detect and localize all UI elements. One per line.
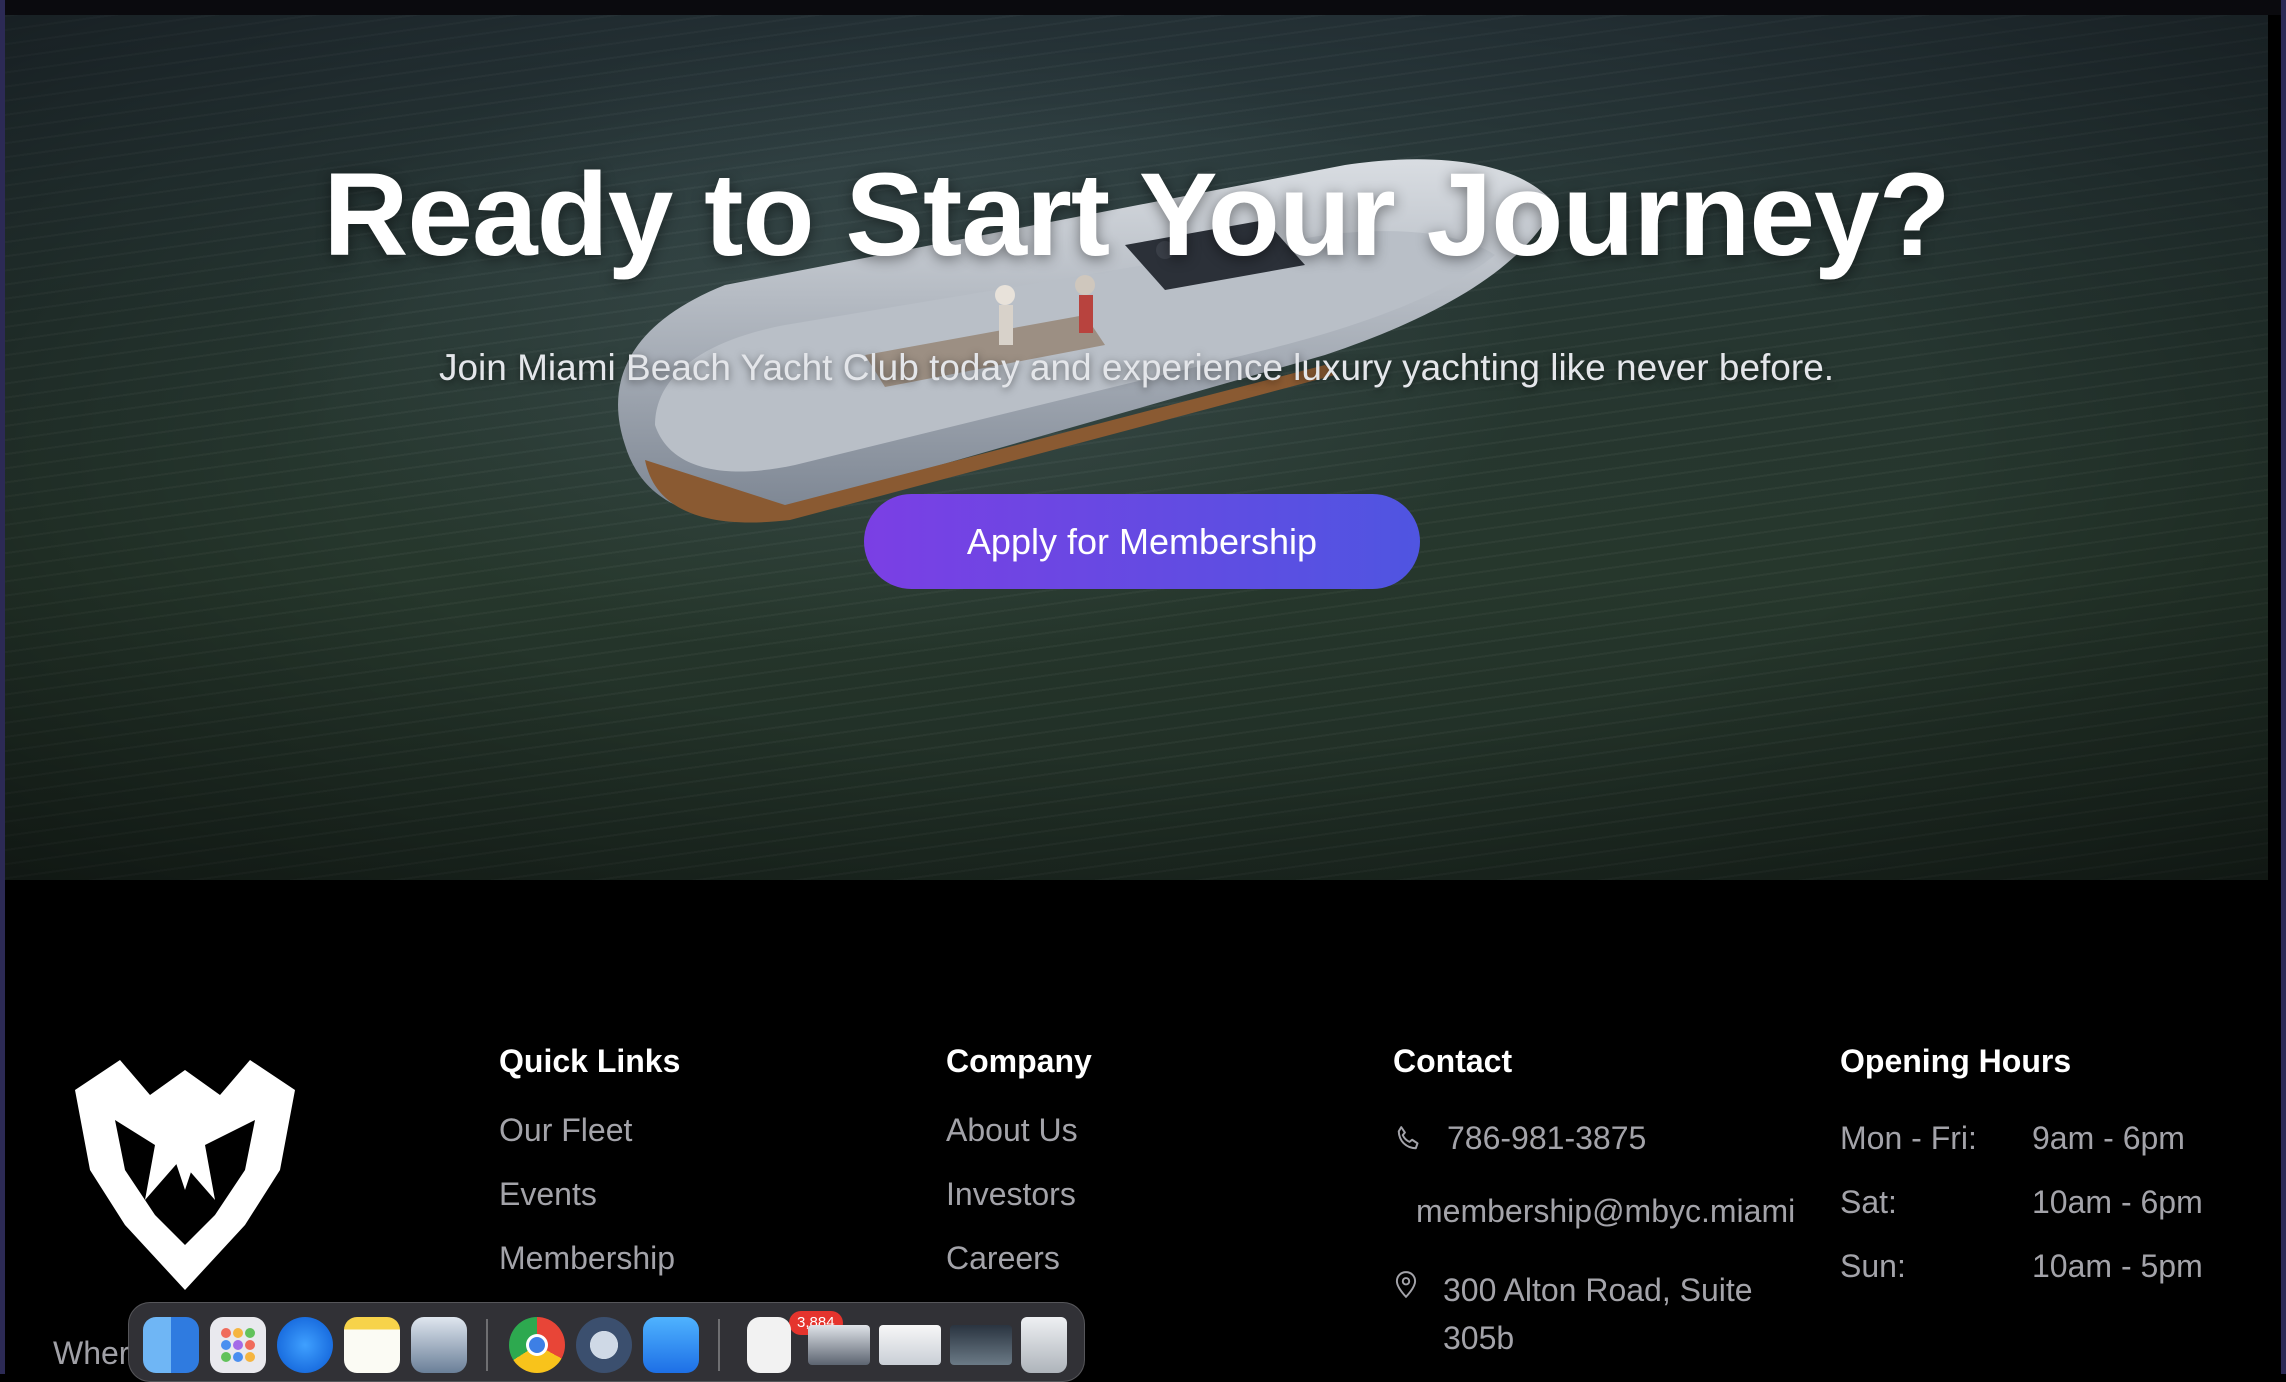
hours-day: Sun: <box>1840 1248 1906 1284</box>
apply-membership-button[interactable]: Apply for Membership <box>864 494 1420 589</box>
hours-time: 10am - 6pm <box>2032 1184 2203 1220</box>
contact-address-line1: 300 Alton Road, Suite <box>1443 1272 1753 1308</box>
location-pin-icon <box>1395 1271 1417 1299</box>
hours-time: 9am - 6pm <box>2032 1120 2185 1156</box>
chrome-center-icon <box>526 1334 548 1356</box>
preview-icon[interactable] <box>411 1317 467 1373</box>
contact-email[interactable]: membership@mbyc.miami <box>1416 1193 1795 1230</box>
hours-day: Sat: <box>1840 1184 1897 1220</box>
window-thumbnail-icon[interactable] <box>808 1325 870 1365</box>
quicktime-icon[interactable] <box>576 1317 632 1373</box>
chrome-icon[interactable] <box>509 1317 565 1373</box>
launchpad-grid-icon <box>221 1328 255 1362</box>
contact-heading: Contact <box>1393 1043 1513 1079</box>
contact-address-row: 300 Alton Road, Suite 305b <box>1393 1266 1753 1362</box>
contact-email-row[interactable]: membership@mbyc.miami <box>1416 1193 1795 1230</box>
footer-link-our-fleet[interactable]: Our Fleet <box>499 1098 680 1162</box>
notes-icon[interactable] <box>344 1317 400 1373</box>
contact-column: Contact <box>1393 1043 1512 1080</box>
document-icon[interactable] <box>747 1317 791 1373</box>
trash-icon[interactable] <box>1021 1317 1067 1373</box>
hours-time-weekdays: 9am - 6pm <box>2032 1120 2185 1157</box>
launchpad-icon[interactable] <box>210 1317 266 1373</box>
hero-title: Ready to Start Your Journey? <box>323 149 1951 281</box>
window-thumbnail-icon[interactable] <box>879 1325 941 1365</box>
window-thumbnail-icon[interactable] <box>950 1325 1012 1365</box>
hours-day: Mon - Fri: <box>1840 1120 1977 1156</box>
finder-icon[interactable] <box>143 1317 199 1373</box>
mbyc-logo-icon[interactable] <box>75 1050 295 1290</box>
quick-links-column: Quick Links Our Fleet Events Membership <box>499 1043 680 1290</box>
site-footer: Wher Quick Links Our Fleet Events Member… <box>5 880 2268 1374</box>
footer-link-careers[interactable]: Careers <box>946 1226 1092 1290</box>
hours-time: 10am - 5pm <box>2032 1248 2203 1284</box>
safari-icon[interactable] <box>277 1317 333 1373</box>
footer-link-about-us[interactable]: About Us <box>946 1098 1092 1162</box>
macos-dock: 3,884 <box>128 1302 1085 1382</box>
hero-subtitle: Join Miami Beach Yacht Club today and ex… <box>438 347 1835 388</box>
contact-phone-row[interactable]: 786-981-3875 <box>1393 1120 1646 1157</box>
opening-hours-column: Opening Hours <box>1840 1043 2071 1080</box>
dock-separator <box>486 1319 488 1371</box>
browser-top-edge <box>0 0 2286 15</box>
company-column: Company About Us Investors Careers <box>946 1043 1092 1290</box>
company-heading: Company <box>946 1043 1092 1079</box>
hours-row-sunday: Sun: <box>1840 1248 1906 1285</box>
hours-time-sunday: 10am - 5pm <box>2032 1248 2203 1285</box>
footer-link-investors[interactable]: Investors <box>946 1162 1092 1226</box>
contact-phone[interactable]: 786-981-3875 <box>1447 1120 1646 1157</box>
footer-link-membership[interactable]: Membership <box>499 1226 680 1290</box>
mail-icon[interactable] <box>643 1317 699 1373</box>
hero-vignette <box>5 15 2268 880</box>
hours-time-saturday: 10am - 6pm <box>2032 1184 2203 1221</box>
phone-icon <box>1397 1125 1419 1149</box>
footer-tagline: Wher <box>53 1335 130 1371</box>
hours-row-weekdays: Mon - Fri: <box>1840 1120 1977 1157</box>
opening-hours-heading: Opening Hours <box>1840 1043 2072 1079</box>
hours-row-saturday: Sat: <box>1840 1184 1897 1221</box>
dock-separator <box>718 1319 720 1371</box>
quick-links-heading: Quick Links <box>499 1043 681 1079</box>
hero-section: Ready to Start Your Journey? Join Miami … <box>5 15 2268 880</box>
footer-link-events[interactable]: Events <box>499 1162 680 1226</box>
contact-address-line2: 305b <box>1443 1320 1515 1356</box>
